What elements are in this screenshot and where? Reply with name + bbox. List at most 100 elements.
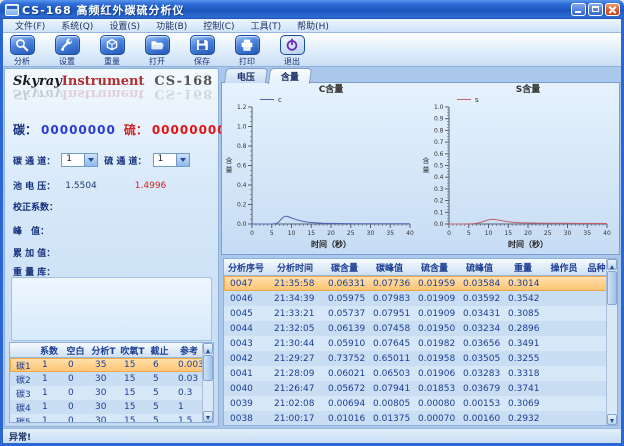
status-bar: 异常! — [3, 428, 621, 443]
menu-item-1[interactable]: 系统(Q) — [53, 19, 101, 32]
table-row[interactable]: 碳110351560.003 — [10, 358, 213, 372]
table-cell: 0.03656 — [457, 339, 502, 349]
toolbar-exit-button[interactable]: 退出 — [279, 35, 305, 67]
column-header[interactable]: 操作员 — [544, 261, 584, 274]
scroll-thumb[interactable] — [607, 271, 617, 305]
scroll-thumb[interactable] — [203, 355, 213, 381]
menu-item-3[interactable]: 功能(B) — [148, 19, 195, 32]
left-panel: SkyrayInstrumentCS-168 SkyrayInstrumentC… — [4, 68, 219, 427]
column-header[interactable]: 分析T — [89, 344, 118, 357]
maximize-button[interactable] — [588, 3, 603, 16]
table-row[interactable]: 碳310301550.3 — [10, 386, 213, 400]
scroll-up-icon[interactable] — [203, 343, 213, 354]
method-table-scrollbar[interactable] — [202, 343, 213, 422]
toolbar-weight-button[interactable]: 重量 — [99, 35, 125, 67]
table-cell: 0.00070 — [412, 414, 457, 424]
c-content-chart: C含量c0.00.20.40.60.81.01.2051015202530354… — [222, 83, 419, 252]
svg-text:1.0: 1.0 — [434, 104, 444, 111]
results-scrollbar[interactable] — [606, 259, 617, 425]
minimize-button[interactable] — [571, 3, 586, 16]
column-header[interactable]: 碳峰值 — [367, 261, 412, 274]
column-header[interactable]: 硫峰值 — [457, 261, 502, 274]
svg-text:时间（秒）: 时间（秒） — [508, 239, 548, 249]
toolbar-settings-button[interactable]: 设置 — [54, 35, 80, 67]
chart-area: C含量c0.00.20.40.60.81.01.2051015202530354… — [221, 82, 620, 255]
table-cell: 0 — [62, 402, 89, 412]
logo: SkyrayInstrumentCS-168 SkyrayInstrumentC… — [13, 74, 214, 112]
titlebar[interactable]: CS-168 高频红外碳硫分析仪 — [0, 0, 624, 19]
table-row[interactable]: 004221:29:270.737520.650110.019580.03505… — [224, 351, 617, 366]
scroll-up-icon[interactable] — [607, 259, 617, 270]
table-cell: 30 — [89, 402, 118, 412]
sulfur-channel-select[interactable]: 1 — [153, 153, 190, 167]
table-cell: 0.65011 — [367, 354, 412, 364]
menu-item-6[interactable]: 帮助(H) — [289, 19, 337, 32]
table-cell: 35 — [89, 360, 118, 370]
table-cell: 0.05910 — [322, 339, 367, 349]
tab-content[interactable]: 含量 — [268, 68, 312, 84]
table-row[interactable]: 004421:32:050.061390.074580.019500.03234… — [224, 321, 617, 336]
chevron-down-icon[interactable] — [176, 154, 189, 166]
column-header[interactable]: 硫含量 — [412, 261, 457, 274]
table-cell: 0.01958 — [412, 354, 457, 364]
table-cell: 0.01375 — [367, 414, 412, 424]
right-panel: 电压含量 C含量c0.00.20.40.60.81.01.20510152025… — [221, 68, 620, 427]
chevron-down-icon[interactable] — [84, 154, 97, 166]
table-row[interactable]: 碳510301551.5 — [10, 414, 213, 423]
column-header[interactable]: 分析序号 — [224, 261, 268, 274]
close-button[interactable] — [605, 3, 620, 16]
table-row[interactable]: 004021:26:470.056720.079410.018530.03679… — [224, 381, 617, 396]
table-cell: 5 — [147, 416, 172, 423]
column-header[interactable]: 系数 — [36, 344, 62, 357]
save-icon — [190, 35, 215, 55]
table-cell: 1 — [36, 360, 62, 370]
sulfur-channel-value: 1 — [154, 154, 176, 166]
toolbar-save-button[interactable]: 保存 — [189, 35, 215, 67]
toolbar-print-button[interactable]: 打印 — [234, 35, 260, 67]
tab-voltage[interactable]: 电压 — [224, 68, 268, 83]
menu-item-5[interactable]: 工具(T) — [243, 19, 290, 32]
column-header[interactable]: 重量 — [502, 261, 544, 274]
table-cell: 0.3014 — [502, 279, 544, 289]
table-cell: 0.3255 — [502, 354, 544, 364]
table-cell: 0.3318 — [502, 369, 544, 379]
table-header: 系数空白分析T吹氧T截止参考 — [10, 343, 213, 358]
column-header[interactable]: 截止 — [147, 344, 172, 357]
correction-label: 校正系数： — [13, 200, 58, 213]
table-row[interactable]: 碳410301551 — [10, 400, 213, 414]
column-header[interactable]: 空白 — [62, 344, 89, 357]
toolbar-open-button[interactable]: 打开 — [144, 35, 170, 67]
table-cell: 15 — [118, 388, 147, 398]
column-header[interactable]: 参考 — [172, 344, 206, 357]
scroll-down-icon[interactable] — [607, 414, 617, 425]
menu-item-4[interactable]: 控制(C) — [195, 19, 242, 32]
column-header[interactable]: 分析时间 — [268, 261, 322, 274]
table-row[interactable]: 004521:33:210.057370.079510.019090.03431… — [224, 306, 617, 321]
sulfur-value: 00000000 — [152, 123, 227, 137]
table-row[interactable]: 004721:35:580.063310.077360.019590.03584… — [224, 276, 617, 291]
table-cell: 0.06021 — [322, 369, 367, 379]
toolbar-button-label: 重量 — [104, 56, 120, 67]
table-row[interactable]: 004621:34:390.059750.079830.019090.03592… — [224, 291, 617, 306]
table-header: 分析序号分析时间碳含量碳峰值硫含量硫峰值重量操作员品种 — [224, 259, 617, 276]
table-row[interactable]: 碳210301550.03 — [10, 372, 213, 386]
column-header[interactable]: 碳含量 — [322, 261, 367, 274]
table-row[interactable]: 004121:28:090.060210.065030.019060.03283… — [224, 366, 617, 381]
weight-library-box[interactable] — [11, 277, 212, 341]
table-cell: 5 — [147, 388, 172, 398]
menu-item-0[interactable]: 文件(F) — [7, 19, 53, 32]
table-row[interactable]: 003921:02:080.006940.008050.000800.00153… — [224, 396, 617, 411]
svg-text:35: 35 — [386, 230, 394, 237]
table-row[interactable]: 004321:30:440.059100.076450.019820.03656… — [224, 336, 617, 351]
carbon-channel-select[interactable]: 1 — [61, 153, 98, 167]
toolbar-analyze-button[interactable]: 分析 — [9, 35, 35, 67]
column-header[interactable]: 吹氧T — [118, 344, 147, 357]
table-cell: 0.03584 — [457, 279, 502, 289]
channel-row: 碳 通 道： 1 硫 通 道： 1 — [13, 153, 214, 167]
table-row[interactable]: 003821:00:170.010160.013750.000700.00160… — [224, 411, 617, 426]
peak-row: 峰 值： — [13, 224, 214, 237]
menu-item-2[interactable]: 设置(S) — [101, 19, 148, 32]
svg-text:C含量: C含量 — [319, 83, 344, 95]
carbon-value: 00000000 — [41, 123, 116, 137]
scroll-down-icon[interactable] — [203, 411, 213, 422]
